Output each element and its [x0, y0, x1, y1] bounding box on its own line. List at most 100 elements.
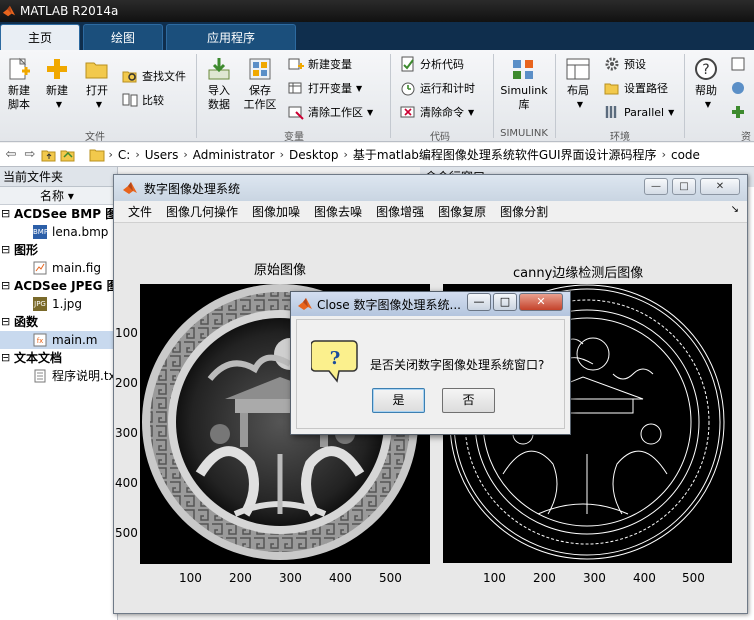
file-item[interactable]: main.fig	[0, 259, 117, 277]
tab-apps[interactable]: 应用程序	[166, 24, 296, 50]
back-arrow-icon[interactable]: ⇦	[3, 147, 19, 163]
name-column-header[interactable]: 名称 ▾	[0, 187, 117, 205]
run-and-time-button[interactable]: 运行和计时	[400, 78, 475, 98]
left-y-tick: 400	[115, 476, 138, 490]
matlab-title: MATLAB R2014a	[20, 4, 119, 18]
open-button[interactable]: 打开 ▼	[82, 56, 112, 112]
up-folder-icon[interactable]	[41, 147, 57, 163]
dialog-maximize-button[interactable]: □	[493, 293, 517, 311]
file-group-jpeg[interactable]: ACDSee JPEG 图	[0, 277, 117, 295]
file-item-label: main.fig	[52, 261, 101, 275]
compare-button[interactable]: 比较	[122, 90, 164, 110]
path-segment[interactable]: Desktop	[289, 148, 339, 162]
close-window-button[interactable]: ✕	[700, 178, 740, 195]
parallel-icon	[605, 106, 617, 118]
left-x-tick: 100	[179, 571, 202, 585]
new-label: 新建	[46, 84, 68, 97]
current-folder-title: 当前文件夹	[0, 167, 117, 187]
new-script-label-2: 脚本	[8, 98, 30, 111]
current-folder-address-bar: ⇦ ⇨ › C: › Users › Administrator › Deskt…	[0, 143, 754, 167]
dialog-close-button[interactable]: ✕	[519, 293, 563, 311]
matlab-logo-icon	[298, 298, 312, 310]
path-segment[interactable]: C:	[118, 148, 130, 162]
save-workspace-button[interactable]: 保存 工作区	[242, 56, 278, 112]
tab-home[interactable]: 主页	[0, 24, 80, 50]
file-group-figure[interactable]: 图形	[0, 241, 117, 259]
forward-arrow-icon[interactable]: ⇨	[22, 147, 38, 163]
clear-workspace-label: 清除工作区	[308, 106, 363, 119]
preferences-button[interactable]: 预设	[604, 54, 646, 74]
tab-plots[interactable]: 绘图	[83, 24, 163, 50]
chevron-down-icon: ▼	[367, 107, 374, 117]
m-file-icon: fx	[33, 333, 47, 347]
right-x-tick: 400	[633, 571, 656, 585]
simulink-label-2: 库	[518, 98, 530, 111]
minimize-button[interactable]: —	[644, 178, 668, 195]
left-y-tick: 100	[115, 326, 138, 340]
browse-folder-icon[interactable]	[60, 147, 76, 163]
jpg-file-icon: JPG	[33, 297, 47, 311]
add-ons-button[interactable]	[730, 102, 750, 122]
file-item[interactable]: BMP lena.bmp	[0, 223, 117, 241]
clear-workspace-button[interactable]: 清除工作区 ▼	[288, 102, 373, 122]
new-variable-button[interactable]: 新建变量	[288, 54, 352, 74]
simulink-library-button[interactable]: Simulink 库	[498, 56, 550, 112]
new-button[interactable]: 新建 ▼	[42, 56, 72, 112]
chevron-down-icon: ▼	[356, 83, 363, 93]
dialog-message: 是否关闭数字图像处理系统窗口?	[370, 358, 545, 372]
parallel-button[interactable]: Parallel ▼	[604, 102, 674, 122]
file-item-selected[interactable]: fx main.m	[0, 331, 117, 349]
run-and-time-icon	[401, 82, 415, 96]
group-simulink-label: SIMULINK	[500, 128, 548, 139]
menu-denoise[interactable]: 图像去噪	[307, 203, 369, 220]
path-segment[interactable]: Users	[145, 148, 179, 162]
find-files-button[interactable]: 查找文件	[122, 66, 186, 86]
path-segment[interactable]: Administrator	[193, 148, 275, 162]
menu-geometry[interactable]: 图像几何操作	[159, 203, 245, 220]
app-menu-bar: 文件 图像几何操作 图像加噪 图像去噪 图像增强 图像复原 图像分割 ↘	[114, 201, 747, 223]
group-code-label: 代码	[430, 132, 450, 143]
group-divider	[493, 54, 494, 138]
file-item[interactable]: 程序说明.txt	[0, 367, 117, 385]
dialog-title: Close 数字图像处理系统...	[317, 297, 461, 312]
ribbon-tabstrip: 主页 绘图 应用程序	[0, 22, 754, 50]
group-env-label: 环境	[610, 132, 630, 143]
no-button[interactable]: 否	[442, 388, 495, 413]
community-button[interactable]	[730, 54, 750, 74]
dialog-title-bar: Close 数字图像处理系统... — □ ✕	[291, 292, 570, 316]
clear-commands-button[interactable]: 清除命令 ▼	[400, 102, 474, 122]
path-segment[interactable]: 基于matlab编程图像处理系统软件GUI界面设计源码程序	[353, 146, 657, 163]
layout-button[interactable]: 布局 ▼	[562, 56, 594, 112]
menu-segment[interactable]: 图像分割	[493, 203, 555, 220]
gear-icon	[605, 57, 619, 71]
dialog-minimize-button[interactable]: —	[467, 293, 491, 311]
menu-enhance[interactable]: 图像增强	[369, 203, 431, 220]
import-data-button[interactable]: 导入 数据	[202, 56, 236, 112]
support-icon	[732, 82, 744, 94]
menu-add-noise[interactable]: 图像加噪	[245, 203, 307, 220]
left-x-tick: 500	[379, 571, 402, 585]
left-x-tick: 400	[329, 571, 352, 585]
file-group-text[interactable]: 文本文档	[0, 349, 117, 367]
figure-file-icon	[33, 261, 47, 275]
set-path-button[interactable]: 设置路径	[604, 78, 668, 98]
save-workspace-label-2: 工作区	[243, 98, 277, 111]
file-group-function[interactable]: 函数	[0, 313, 117, 331]
request-support-button[interactable]	[730, 78, 750, 98]
file-item-label: lena.bmp	[52, 225, 109, 239]
analyze-code-button[interactable]: 分析代码	[400, 54, 464, 74]
help-button[interactable]: ? 帮助 ▼	[690, 56, 722, 112]
path-segment[interactable]: code	[671, 148, 700, 162]
file-item[interactable]: JPG 1.jpg	[0, 295, 117, 313]
dock-arrow-icon[interactable]: ↘	[731, 204, 739, 215]
menu-restore[interactable]: 图像复原	[431, 203, 493, 220]
yes-button[interactable]: 是	[372, 388, 425, 413]
matlab-logo-icon	[2, 5, 16, 17]
open-variable-button[interactable]: 打开变量 ▼	[288, 78, 362, 98]
new-script-button[interactable]: 新建 脚本	[4, 56, 34, 112]
left-y-tick: 200	[115, 376, 138, 390]
menu-file[interactable]: 文件	[114, 203, 159, 220]
file-group-bmp[interactable]: ACDSee BMP 图	[0, 205, 117, 223]
plus-icon	[732, 106, 744, 118]
maximize-button[interactable]: □	[672, 178, 696, 195]
